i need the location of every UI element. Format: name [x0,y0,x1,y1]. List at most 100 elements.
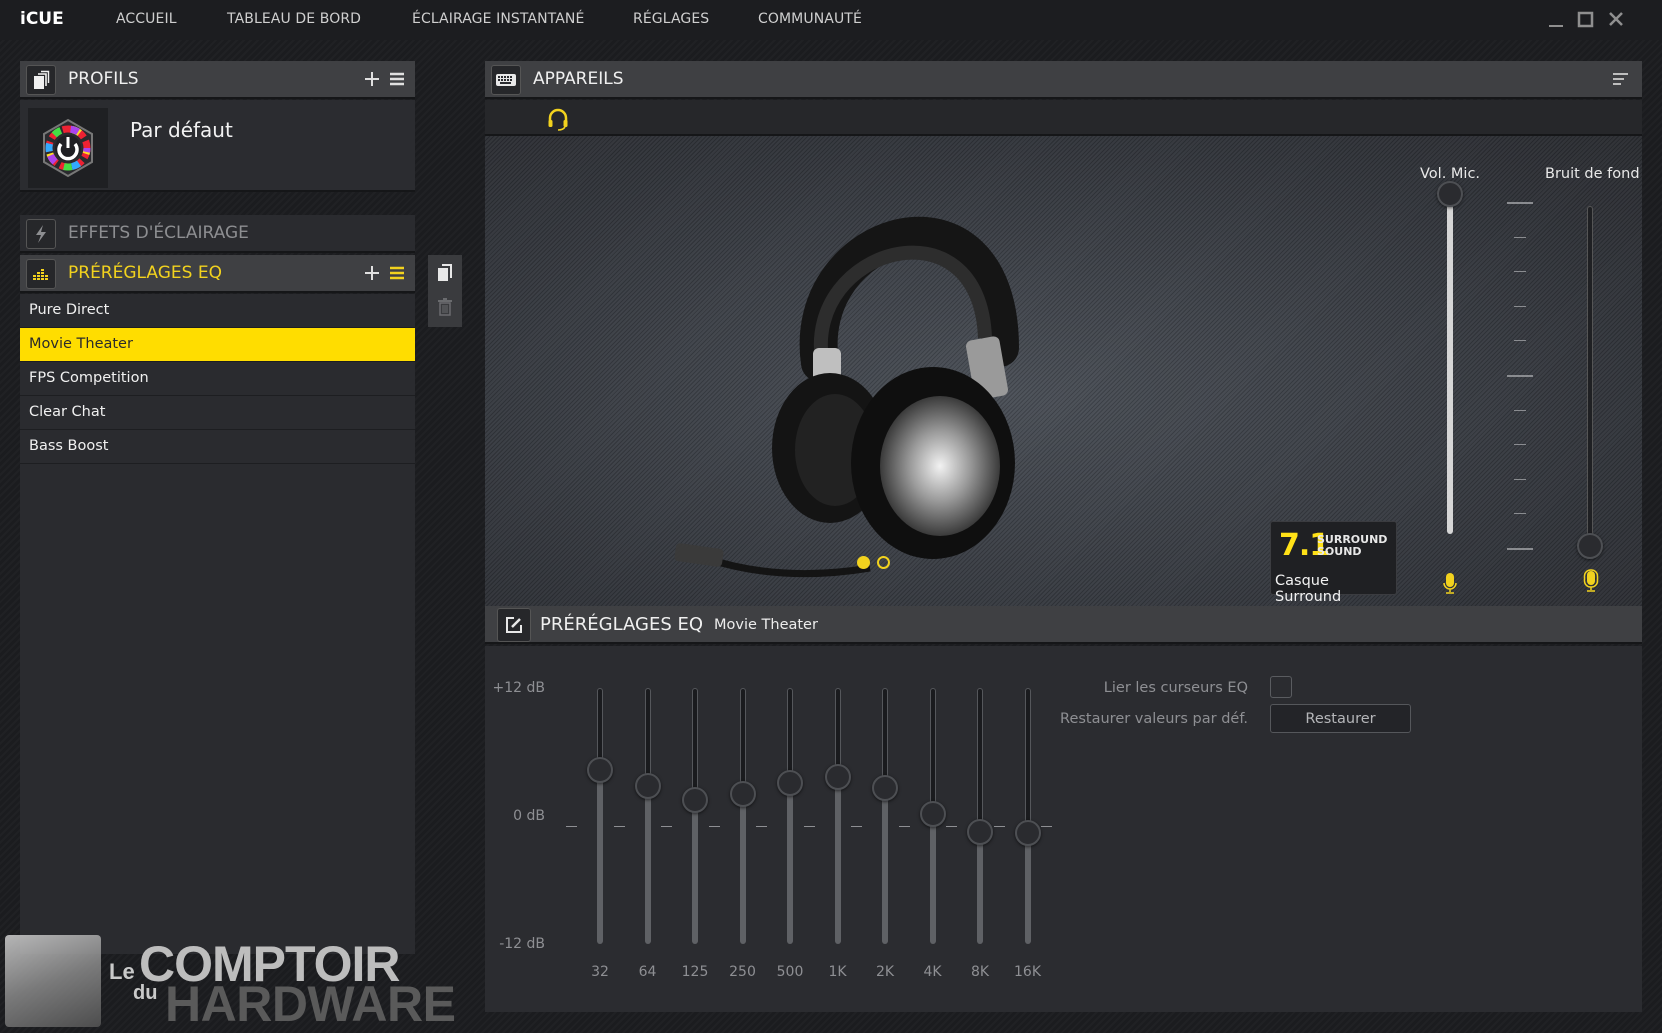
eq-band-label: 8K [970,964,990,980]
eq-band-track-lower[interactable] [977,832,983,944]
eq-panel-body: +12 dB 0 dB -12 dB 32 64 125 250 500 1K 2K 4K 8K… [485,646,1642,1012]
eq-band-track-lower[interactable] [644,786,651,944]
profiles-menu-button[interactable] [386,67,408,91]
eq-band-knob-4K[interactable] [919,800,946,827]
eq-band-knob-64[interactable] [634,773,661,800]
eq-band-track-lower[interactable] [882,788,888,944]
add-profile-button[interactable] [361,67,383,91]
devices-title: APPAREILS [533,69,624,89]
microphone-icon [1442,572,1458,598]
eq-band-track-lower[interactable] [787,782,793,944]
devices-sort-button[interactable] [1610,67,1632,91]
add-eq-preset-button[interactable] [361,261,383,285]
site-watermark: COMPTOIR HARDWARE Le du [5,935,465,1033]
nav-tableau-de-bord[interactable]: TABLEAU DE BORD [227,11,361,27]
keyboard-icon [491,65,521,95]
eq-band-track-lower[interactable] [929,813,936,944]
device-tabs [485,100,1642,136]
devices-header: APPAREILS [485,61,1642,99]
nav-communaute[interactable]: COMMUNAUTÉ [758,11,862,27]
zero-line-dash [898,826,910,827]
eq-band-knob-125[interactable] [682,787,708,813]
headset-image [674,216,1019,578]
eq-band-track-lower[interactable] [597,770,603,944]
eq-preset-item[interactable]: Clear Chat [20,396,415,430]
eq-band-knob-250[interactable] [729,780,756,807]
watermark-hardware: HARDWARE [165,976,456,1032]
lighting-effects-title: EFFETS D'ÉCLAIRAGE [68,223,249,243]
eq-band-track-upper[interactable] [787,688,793,783]
eq-preset-item[interactable]: FPS Competition [20,362,415,396]
minimize-icon[interactable] [1545,8,1567,30]
zero-line-dash [613,826,625,827]
eq-presets-title: PRÉRÉGLAGES EQ [68,263,222,283]
noise-cancel-microphone-icon [1582,569,1600,597]
lighting-effects-header[interactable]: EFFETS D'ÉCLAIRAGE [20,215,415,253]
zero-line-dash [566,826,577,827]
eq-preset-item-selected[interactable]: Movie Theater [20,328,415,362]
watermark-le: Le [109,959,135,984]
eq-preset-item[interactable]: Pure Direct [20,294,415,328]
nav-eclairage-instantane[interactable]: ÉCLAIRAGE INSTANTANÉ [412,11,584,27]
close-icon[interactable] [1605,8,1627,30]
scale-tick [1514,340,1526,342]
eq-band-track-lower[interactable] [834,776,841,944]
mic-volume-knob[interactable] [1437,181,1463,207]
trash-icon[interactable] [437,297,453,321]
eq-band-track-upper[interactable] [739,688,746,794]
scale-tick [1514,236,1526,238]
scale-tick [1514,409,1526,411]
eq-band-knob-500[interactable] [777,769,803,796]
mic-volume-label: Vol. Mic. [1420,166,1481,182]
profiles-icon [26,65,56,95]
zero-line-dash [708,826,720,827]
scale-tick [1514,444,1526,446]
zero-line-dash [803,826,815,827]
eq-band-knob-1K[interactable] [824,763,851,790]
eq-presets-menu-button[interactable] [386,261,408,285]
copy-icon[interactable] [436,263,454,287]
mic-volume-track[interactable] [1447,202,1453,534]
device-tab-headset[interactable] [547,107,569,135]
eq-band-knob-32[interactable] [587,757,613,784]
restore-button[interactable]: Restaurer [1270,704,1411,733]
eq-band-track-lower[interactable] [692,800,698,944]
link-sliders-checkbox[interactable] [1270,676,1292,698]
eq-preset-item[interactable]: Bass Boost [20,430,415,464]
surround-text: SURROUND SOUND [1317,534,1387,558]
plus-icon [365,266,379,280]
eq-band-track-lower[interactable] [739,793,746,944]
background-noise-track[interactable] [1587,206,1593,546]
surround-sound-badge[interactable]: 7.1 SURROUND SOUND Casque Surround [1270,521,1397,605]
eq-band-track-upper[interactable] [692,688,698,800]
eq-band-track-upper[interactable] [644,688,651,787]
eq-band-knob-16K[interactable] [1014,820,1041,847]
eq-band-track-upper[interactable] [1024,688,1031,834]
eq-panel-header: PRÉRÉGLAGES EQ Movie Theater [485,606,1642,644]
background-noise-knob[interactable] [1577,533,1603,559]
hamburger-icon [390,72,404,86]
eq-preset-list: Pure Direct Movie Theater FPS Competitio… [20,294,415,954]
nav-reglages[interactable]: RÉGLAGES [633,11,709,27]
profile-logo-icon [28,108,108,188]
eq-band-track-upper[interactable] [929,688,936,814]
carousel-dot[interactable] [877,556,890,569]
eq-band-track-lower[interactable] [1024,833,1031,944]
slider-scale [1507,202,1533,550]
zero-line-dash [851,826,862,827]
edit-icon[interactable] [497,608,531,642]
eq-band-knob-2K[interactable] [872,775,898,802]
eq-band-track-upper[interactable] [977,688,983,832]
scale-tick [1514,305,1526,307]
carousel-dot-active[interactable] [857,556,870,569]
maximize-icon[interactable] [1575,8,1597,30]
active-profile-card[interactable]: Par défaut [20,100,415,192]
eq-band-knob-8K[interactable] [967,819,993,845]
lightning-icon [26,219,56,249]
profiles-header: PROFILS [20,61,415,99]
eq-presets-header: PRÉRÉGLAGES EQ [20,255,415,293]
nav-accueil[interactable]: ACCUEIL [116,11,177,27]
scale-tick [1514,271,1526,273]
eq-band-track-upper[interactable] [882,688,888,789]
scale-tick [1514,478,1526,480]
